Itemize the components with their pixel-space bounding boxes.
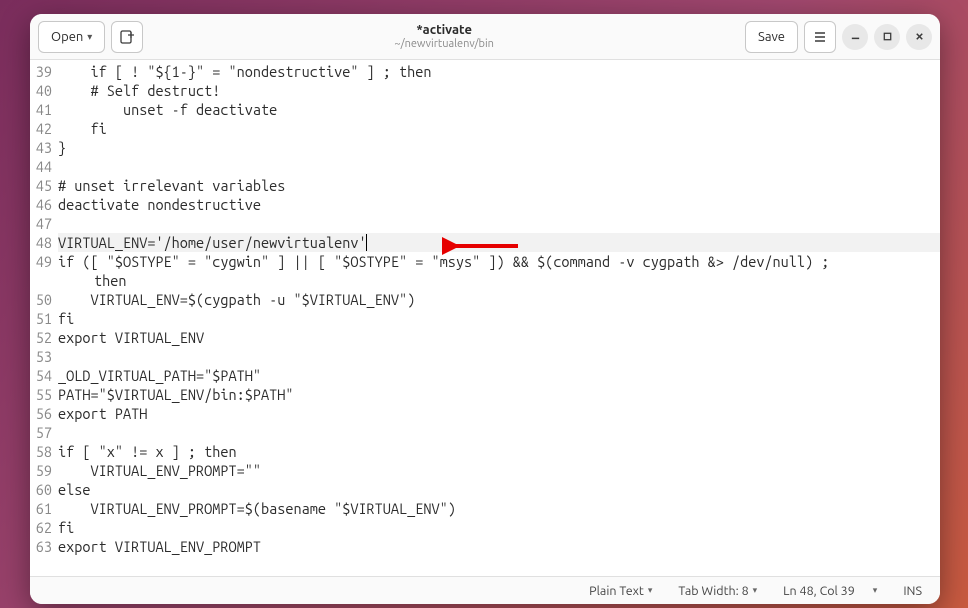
line-number: 51 — [30, 309, 52, 328]
line-number: 57 — [30, 423, 52, 442]
line-number: 62 — [30, 518, 52, 537]
code-line[interactable]: VIRTUAL_ENV_PROMPT=$(basename "$VIRTUAL_… — [58, 499, 940, 518]
line-number: 53 — [30, 347, 52, 366]
code-line[interactable] — [58, 157, 940, 176]
code-line[interactable]: then — [58, 271, 940, 290]
code-line[interactable]: if [ "x" != x ] ; then — [58, 442, 940, 461]
chevron-down-icon: ▾ — [648, 585, 653, 596]
line-number: 58 — [30, 442, 52, 461]
code-line[interactable]: if ([ "$OSTYPE" = "cygwin" ] || [ "$OSTY… — [58, 252, 940, 271]
maximize-button[interactable] — [874, 24, 900, 50]
text-cursor — [366, 234, 367, 251]
code-line[interactable]: deactivate nondestructive — [58, 195, 940, 214]
line-number: 54 — [30, 366, 52, 385]
line-number: 48 — [30, 233, 52, 252]
line-number: 45 — [30, 176, 52, 195]
save-label: Save — [758, 30, 785, 44]
new-tab-icon — [119, 29, 135, 45]
line-number: 44 — [30, 157, 52, 176]
minimize-button[interactable] — [842, 24, 868, 50]
code-line[interactable] — [58, 347, 940, 366]
line-number: 40 — [30, 81, 52, 100]
line-number: 41 — [30, 100, 52, 119]
language-selector[interactable]: Plain Text ▾ — [589, 584, 652, 598]
line-number: 60 — [30, 480, 52, 499]
close-icon — [914, 31, 925, 42]
titlebar: Open ▾ *activate ~/newvirtualenv/bin Sav… — [30, 14, 940, 60]
minimize-icon — [850, 31, 861, 42]
code-line[interactable]: _OLD_VIRTUAL_PATH="$PATH" — [58, 366, 940, 385]
new-tab-button[interactable] — [111, 21, 143, 53]
cursor-position[interactable]: Ln 48, Col 39 ▾ — [783, 584, 877, 598]
window-title: *activate — [416, 23, 472, 37]
line-number: 39 — [30, 62, 52, 81]
line-number: 47 — [30, 214, 52, 233]
code-line[interactable]: fi — [58, 309, 940, 328]
code-line[interactable]: if [ ! "${1-}" = "nondestructive" ] ; th… — [58, 62, 940, 81]
chevron-down-icon: ▾ — [87, 31, 92, 43]
code-line[interactable] — [58, 214, 940, 233]
editor-window: Open ▾ *activate ~/newvirtualenv/bin Sav… — [30, 14, 940, 604]
code-line[interactable]: } — [58, 138, 940, 157]
line-number: 61 — [30, 499, 52, 518]
chevron-down-icon: ▾ — [753, 585, 758, 596]
chevron-down-icon: ▾ — [873, 585, 878, 596]
line-number — [30, 271, 52, 290]
text-editor[interactable]: 3940414243444546474849 505152535455565758… — [30, 60, 940, 576]
save-button[interactable]: Save — [745, 21, 798, 53]
line-number: 50 — [30, 290, 52, 309]
open-button[interactable]: Open ▾ — [38, 21, 105, 53]
code-line[interactable]: VIRTUAL_ENV='/home/user/newvirtualenv' — [58, 233, 940, 252]
code-line[interactable]: VIRTUAL_ENV_PROMPT="" — [58, 461, 940, 480]
code-line[interactable]: # unset irrelevant variables — [58, 176, 940, 195]
code-line[interactable]: fi — [58, 518, 940, 537]
hamburger-icon — [813, 30, 827, 44]
line-number: 55 — [30, 385, 52, 404]
code-line[interactable]: export VIRTUAL_ENV — [58, 328, 940, 347]
code-line[interactable]: PATH="$VIRTUAL_ENV/bin:$PATH" — [58, 385, 940, 404]
line-number: 49 — [30, 252, 52, 271]
code-line[interactable]: # Self destruct! — [58, 81, 940, 100]
code-line[interactable] — [58, 423, 940, 442]
line-number: 42 — [30, 119, 52, 138]
code-line[interactable]: unset -f deactivate — [58, 100, 940, 119]
code-line[interactable]: else — [58, 480, 940, 499]
line-number: 43 — [30, 138, 52, 157]
statusbar: Plain Text ▾ Tab Width: 8 ▾ Ln 48, Col 3… — [30, 576, 940, 604]
close-button[interactable] — [906, 24, 932, 50]
window-subtitle: ~/newvirtualenv/bin — [394, 38, 494, 50]
tab-width-selector[interactable]: Tab Width: 8 ▾ — [678, 584, 757, 598]
line-number: 59 — [30, 461, 52, 480]
code-line[interactable]: fi — [58, 119, 940, 138]
open-label: Open — [51, 30, 83, 44]
line-number: 56 — [30, 404, 52, 423]
line-number: 63 — [30, 537, 52, 556]
code-line[interactable]: export PATH — [58, 404, 940, 423]
code-line[interactable]: VIRTUAL_ENV=$(cygpath -u "$VIRTUAL_ENV") — [58, 290, 940, 309]
hamburger-menu-button[interactable] — [804, 21, 836, 53]
insert-mode[interactable]: INS — [903, 584, 922, 598]
maximize-icon — [882, 31, 893, 42]
code-line[interactable]: export VIRTUAL_ENV_PROMPT — [58, 537, 940, 556]
line-number: 46 — [30, 195, 52, 214]
line-number: 52 — [30, 328, 52, 347]
